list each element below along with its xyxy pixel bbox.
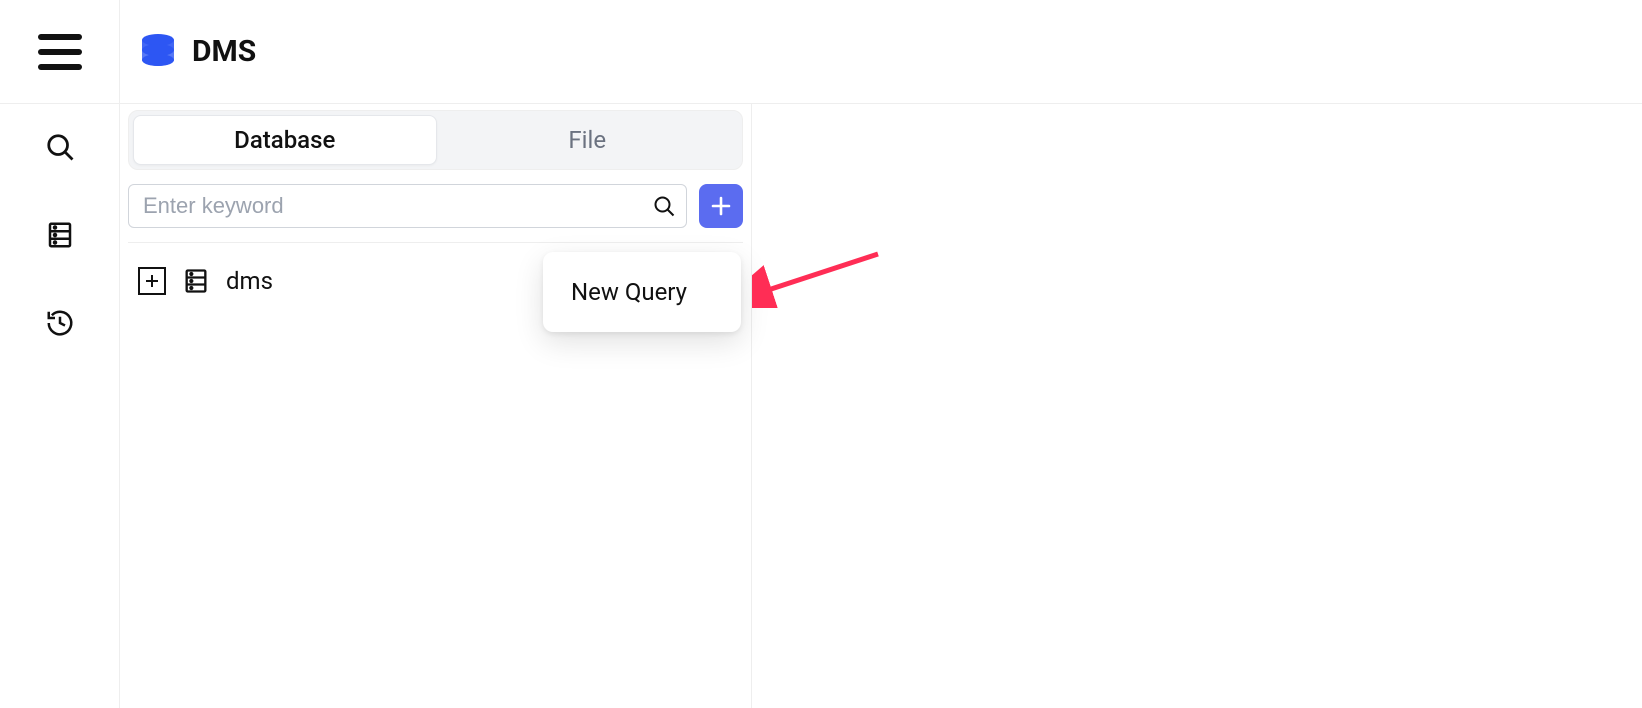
database-logo-icon: [138, 32, 178, 72]
search-icon: [45, 132, 75, 162]
plus-icon: [709, 194, 733, 218]
app-brand: DMS: [120, 32, 256, 72]
add-button[interactable]: [699, 184, 743, 228]
expand-toggle[interactable]: [138, 267, 166, 295]
add-popover: New Query: [543, 252, 741, 332]
tab-label: File: [568, 126, 606, 154]
search-icon: [652, 194, 676, 218]
rail-database-button[interactable]: [45, 220, 75, 254]
icon-rail: [0, 104, 120, 708]
tab-file[interactable]: File: [437, 115, 739, 165]
hamburger-icon: [38, 34, 82, 70]
tab-database[interactable]: Database: [133, 115, 437, 165]
popover-item-new-query[interactable]: New Query: [543, 262, 741, 322]
body: Database File: [0, 104, 1642, 708]
popover-item-label: New Query: [571, 278, 687, 306]
main-area: [752, 104, 1642, 708]
panel-tabs: Database File: [128, 110, 743, 170]
search-box[interactable]: [128, 184, 687, 228]
hamburger-menu-button[interactable]: [0, 0, 120, 104]
topbar: DMS: [0, 0, 1642, 104]
tab-label: Database: [234, 126, 335, 154]
side-panel: Database File: [120, 104, 752, 708]
database-icon: [45, 220, 75, 250]
server-icon: [182, 267, 210, 295]
rail-search-button[interactable]: [45, 132, 75, 166]
rail-history-button[interactable]: [45, 308, 75, 342]
plus-icon: [144, 273, 160, 289]
search-input[interactable]: [143, 193, 644, 219]
search-row: [128, 184, 743, 243]
history-icon: [45, 308, 75, 338]
tree-item-label: dms: [226, 267, 273, 295]
app-title: DMS: [192, 34, 256, 69]
